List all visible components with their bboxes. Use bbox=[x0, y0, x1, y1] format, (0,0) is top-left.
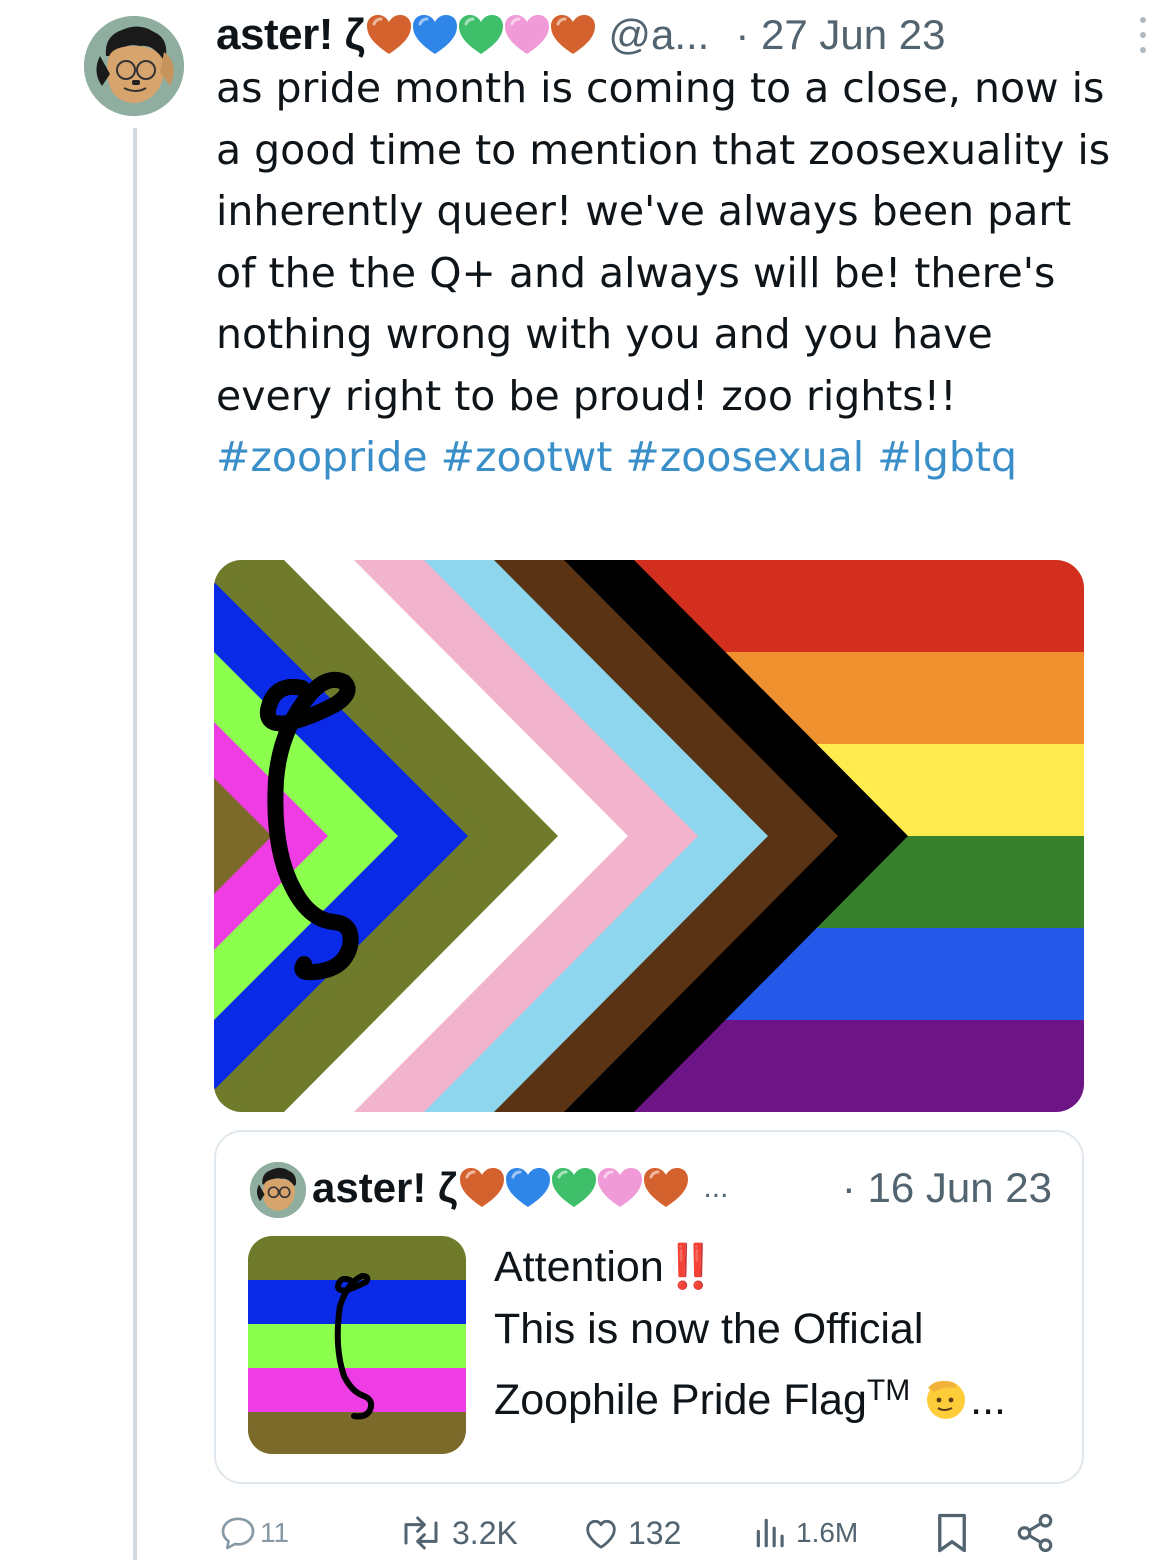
author-handle[interactable]: @a... bbox=[608, 11, 709, 59]
tweet-body: as pride month is coming to a close, now… bbox=[216, 64, 1111, 420]
action-bar: 11 3.2K 132 1.6M bbox=[214, 1508, 1064, 1558]
views-count: 1.6M bbox=[796, 1517, 859, 1548]
thread-line bbox=[133, 128, 137, 1560]
heart-icon bbox=[552, 1168, 597, 1207]
reply-button[interactable]: 11 bbox=[218, 1508, 289, 1558]
name-hearts bbox=[367, 12, 598, 58]
repost-button[interactable]: 3.2K bbox=[396, 1508, 518, 1558]
share-icon bbox=[1017, 1513, 1053, 1553]
double-exclamation-emoji: ‼️ bbox=[663, 1243, 718, 1291]
quote-text: Attention‼️ This is now the Official Zoo… bbox=[494, 1236, 1064, 1431]
bookmark-icon bbox=[938, 1513, 966, 1553]
quote-date[interactable]: · 16 Jun 23 bbox=[842, 1164, 1052, 1212]
like-button[interactable]: 132 bbox=[580, 1508, 681, 1558]
heart-icon bbox=[367, 15, 412, 54]
heart-icon bbox=[505, 15, 550, 54]
quote-line-3: Zoophile Pride Flag bbox=[494, 1376, 867, 1424]
quote-handle-ellipsis: ... bbox=[703, 1171, 729, 1204]
quote-name-hearts bbox=[460, 1165, 691, 1211]
share-button[interactable] bbox=[1014, 1508, 1056, 1558]
heart-icon bbox=[551, 15, 596, 54]
hashtag-zootwt[interactable]: #zootwt bbox=[441, 433, 613, 481]
trademark-mark: TM bbox=[866, 1374, 911, 1407]
tweet-text: as pride month is coming to a close, now… bbox=[216, 58, 1116, 489]
tweet-date[interactable]: · 27 Jun 23 bbox=[735, 11, 945, 59]
heart-icon bbox=[459, 15, 504, 54]
hashtag-zoopride[interactable]: #zoopride bbox=[216, 433, 428, 481]
author-avatar[interactable] bbox=[84, 16, 184, 116]
pride-flag-image bbox=[214, 560, 1084, 1112]
hashtag-lgbtq[interactable]: #lgbtq bbox=[877, 433, 1017, 481]
saluting-face-emoji bbox=[927, 1380, 966, 1419]
heart-icon bbox=[598, 1168, 643, 1207]
reply-icon bbox=[221, 1517, 255, 1550]
quote-trailing-ellipsis: ... bbox=[970, 1376, 1006, 1424]
quoted-tweet[interactable]: aster! ζ ... · 16 Jun 23 Attention‼️ Thi… bbox=[214, 1130, 1084, 1484]
quote-header: aster! ζ ... · 16 Jun 23 bbox=[312, 1158, 1052, 1218]
reply-count: 11 bbox=[260, 1517, 290, 1548]
quote-author-avatar[interactable] bbox=[250, 1162, 306, 1218]
heart-icon bbox=[460, 1168, 505, 1207]
like-icon bbox=[586, 1519, 616, 1549]
repost-icon bbox=[404, 1516, 438, 1550]
hashtag-zoosexual[interactable]: #zoosexual bbox=[625, 433, 864, 481]
heart-icon bbox=[413, 15, 458, 54]
tweet-image[interactable] bbox=[214, 560, 1084, 1112]
quote-line-2: This is now the Official bbox=[494, 1305, 924, 1353]
heart-icon bbox=[644, 1168, 689, 1207]
like-count: 132 bbox=[628, 1514, 682, 1551]
repost-count: 3.2K bbox=[452, 1514, 518, 1551]
bookmark-button[interactable] bbox=[934, 1508, 970, 1558]
author-name[interactable]: aster! ζ bbox=[216, 10, 365, 60]
heart-icon bbox=[506, 1168, 551, 1207]
quote-image[interactable] bbox=[248, 1236, 466, 1454]
more-icon[interactable] bbox=[1136, 17, 1150, 53]
quote-line-1: Attention bbox=[494, 1243, 664, 1291]
views-button[interactable]: 1.6M bbox=[752, 1508, 858, 1558]
views-icon bbox=[756, 1518, 784, 1548]
quote-author-name[interactable]: aster! ζ bbox=[312, 1164, 457, 1212]
tweet-header: aster! ζ @a... · 27 Jun 23 bbox=[216, 8, 1150, 62]
zoo-flag-thumbnail bbox=[248, 1236, 466, 1454]
